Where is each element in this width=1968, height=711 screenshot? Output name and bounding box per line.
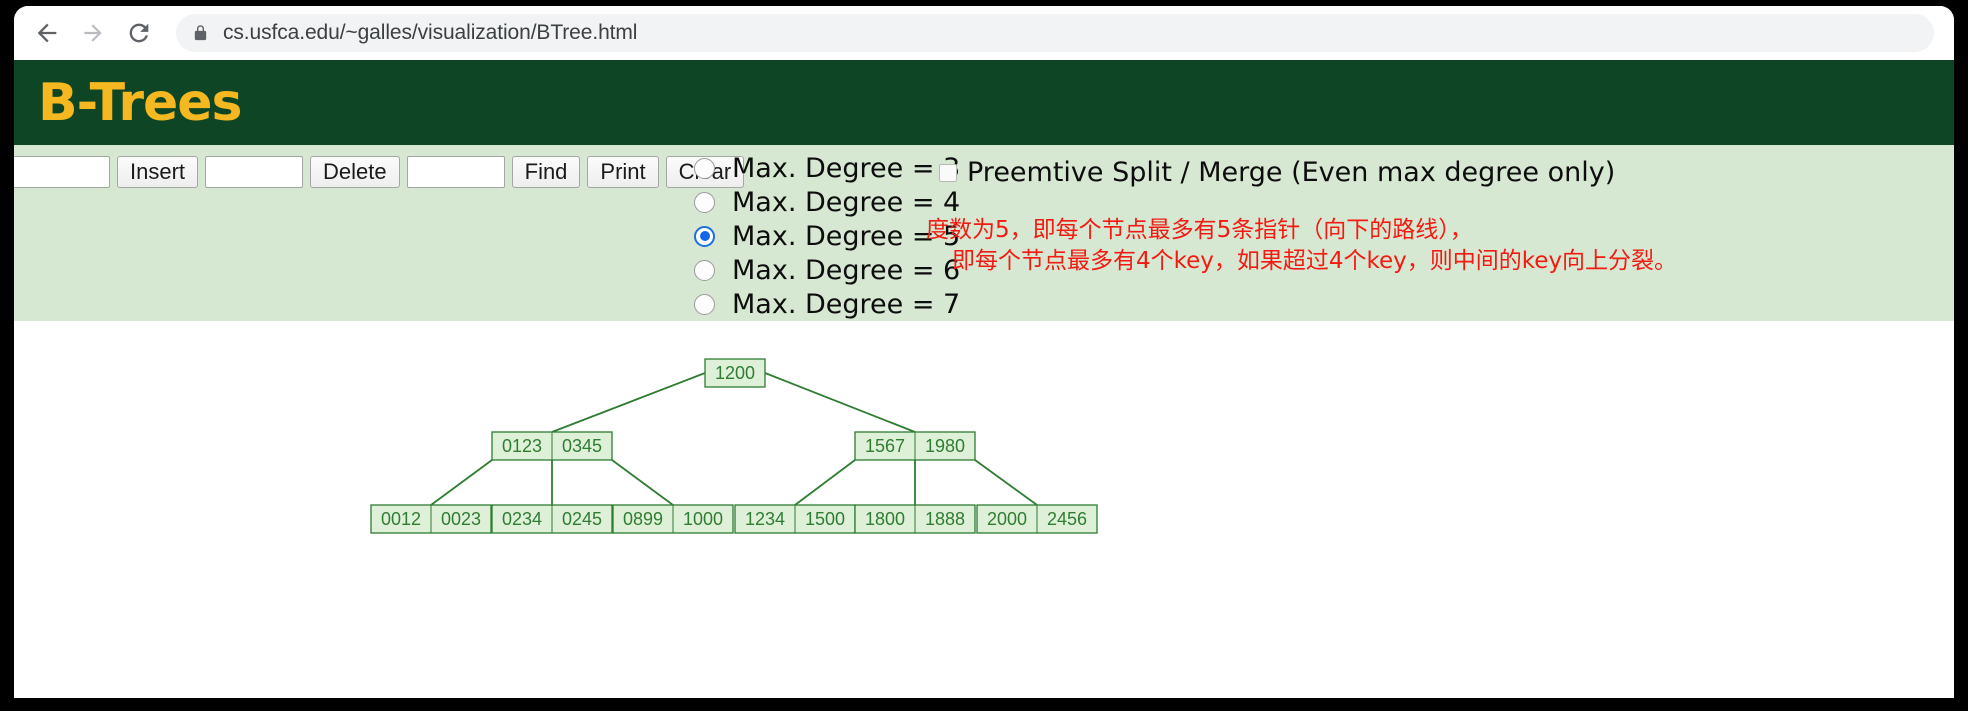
btree-canvas[interactable]: 1200 0123 0345 1567 1980 0012 0023 0234 0245 0899… bbox=[14, 321, 1954, 698]
find-input[interactable] bbox=[406, 156, 505, 188]
btree-edge bbox=[794, 459, 856, 506]
preemptive-split-merge-row[interactable]: Preemtive Split / Merge (Even max degree… bbox=[939, 157, 1615, 188]
btree-node-key: 1888 bbox=[925, 509, 965, 529]
action-button-row: Insert Delete Find Print Clear bbox=[14, 156, 745, 188]
radio-mark-degree-3[interactable] bbox=[694, 157, 715, 179]
forward-arrow-icon bbox=[80, 20, 106, 46]
address-bar[interactable]: cs.usfca.edu/~galles/visualization/BTree… bbox=[176, 14, 1934, 52]
page-title: B-Trees bbox=[38, 72, 242, 133]
insert-input[interactable] bbox=[14, 156, 110, 188]
reload-button[interactable] bbox=[116, 10, 162, 56]
btree-node-key: 1567 bbox=[865, 436, 905, 456]
btree-node-key: 1500 bbox=[805, 509, 845, 529]
btree-edge bbox=[764, 372, 916, 433]
btree-node-key: 1800 bbox=[865, 509, 905, 529]
preemptive-split-merge-label: Preemtive Split / Merge (Even max degree… bbox=[967, 157, 1616, 188]
forward-button[interactable] bbox=[70, 10, 116, 56]
btree-edge bbox=[974, 459, 1038, 506]
annotation-line-2: 即每个节点最多有4个key，如果超过4个key，则中间的key向上分裂。 bbox=[952, 248, 1678, 274]
btree-edge bbox=[430, 459, 493, 506]
radio-mark-degree-6[interactable] bbox=[694, 259, 715, 281]
btree-node-key: 2456 bbox=[1047, 509, 1087, 529]
radio-label-degree-3: Max. Degree = 3 bbox=[732, 152, 961, 184]
btree-diagram: 1200 0123 0345 1567 1980 0012 0023 0234 0245 0899… bbox=[370, 358, 1098, 534]
radio-mark-degree-4[interactable] bbox=[694, 191, 715, 213]
radio-mark-degree-5[interactable] bbox=[694, 225, 715, 247]
lock-icon bbox=[192, 23, 209, 43]
page-content: B-Trees Insert Delete Find Print Clear bbox=[14, 60, 1954, 698]
btree-node-key: 1980 bbox=[925, 436, 965, 456]
reload-icon bbox=[125, 19, 153, 47]
screen: cs.usfca.edu/~galles/visualization/BTree… bbox=[0, 0, 1968, 711]
btree-node-key: 0123 bbox=[502, 436, 542, 456]
btree-node-key: 0899 bbox=[623, 509, 663, 529]
btree-edge bbox=[551, 372, 706, 433]
browser-window: cs.usfca.edu/~galles/visualization/BTree… bbox=[14, 6, 1954, 698]
delete-input[interactable] bbox=[205, 156, 304, 188]
controls-panel: Insert Delete Find Print Clear Max. Degr… bbox=[14, 145, 1954, 321]
btree-edge bbox=[611, 459, 674, 506]
btree-node-key: 1200 bbox=[715, 363, 755, 383]
site-banner: B-Trees bbox=[14, 60, 1954, 145]
radio-mark-degree-7[interactable] bbox=[694, 293, 715, 315]
radio-option-degree-7[interactable]: Max. Degree = 7 bbox=[694, 287, 960, 321]
btree-node-key: 1000 bbox=[683, 509, 723, 529]
btree-node-key: 1234 bbox=[745, 509, 785, 529]
btree-node-key: 0234 bbox=[502, 509, 542, 529]
insert-button[interactable]: Insert bbox=[117, 156, 199, 188]
btree-node-key: 0023 bbox=[441, 509, 481, 529]
btree-node-key: 2000 bbox=[987, 509, 1027, 529]
delete-button[interactable]: Delete bbox=[310, 156, 400, 188]
find-button[interactable]: Find bbox=[511, 156, 581, 188]
radio-option-degree-3[interactable]: Max. Degree = 3 bbox=[694, 151, 960, 185]
annotation-line-1: 度数为5，即每个节点最多有5条指针（向下的路线）， bbox=[926, 217, 1473, 243]
btree-node-key: 0245 bbox=[562, 509, 602, 529]
radio-label-degree-4: Max. Degree = 4 bbox=[732, 186, 961, 218]
radio-label-degree-7: Max. Degree = 7 bbox=[732, 288, 961, 320]
max-degree-radio-group: Max. Degree = 3 Max. Degree = 4 Max. Deg… bbox=[694, 151, 960, 321]
radio-option-degree-5[interactable]: Max. Degree = 5 bbox=[694, 219, 960, 253]
btree-node-key: 0012 bbox=[381, 509, 421, 529]
browser-toolbar: cs.usfca.edu/~galles/visualization/BTree… bbox=[14, 6, 1954, 60]
radio-option-degree-4[interactable]: Max. Degree = 4 bbox=[694, 185, 960, 219]
back-button[interactable] bbox=[24, 10, 70, 56]
back-arrow-icon bbox=[33, 19, 61, 47]
radio-option-degree-6[interactable]: Max. Degree = 6 bbox=[694, 253, 960, 287]
preemptive-split-merge-checkbox[interactable] bbox=[939, 163, 957, 182]
btree-nodes: 1200 0123 0345 1567 1980 0012 0023 0234 0245 0899… bbox=[370, 358, 1098, 534]
btree-node-key: 0345 bbox=[562, 436, 602, 456]
print-button[interactable]: Print bbox=[587, 156, 659, 188]
address-bar-url: cs.usfca.edu/~galles/visualization/BTree… bbox=[223, 21, 638, 44]
annotation-note: 度数为5，即每个节点最多有5条指针（向下的路线）， 即每个节点最多有4个key，… bbox=[926, 215, 1677, 277]
